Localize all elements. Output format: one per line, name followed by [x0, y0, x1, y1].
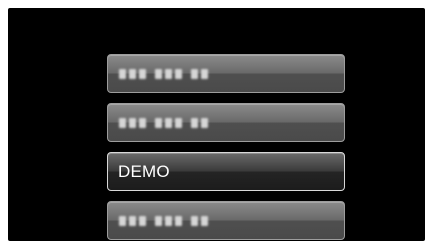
menu-item-demo[interactable]: DEMO [107, 152, 345, 191]
menu-item-label: DEMO [118, 161, 170, 181]
blurred-label [119, 68, 208, 79]
blurred-label [119, 215, 208, 226]
menu-item-2[interactable] [107, 103, 345, 142]
device-screen: DEMO [8, 8, 425, 241]
menu-item-4[interactable] [107, 201, 345, 240]
menu-item-1[interactable] [107, 54, 345, 93]
blurred-label [119, 117, 208, 128]
menu-list: DEMO [107, 54, 345, 241]
